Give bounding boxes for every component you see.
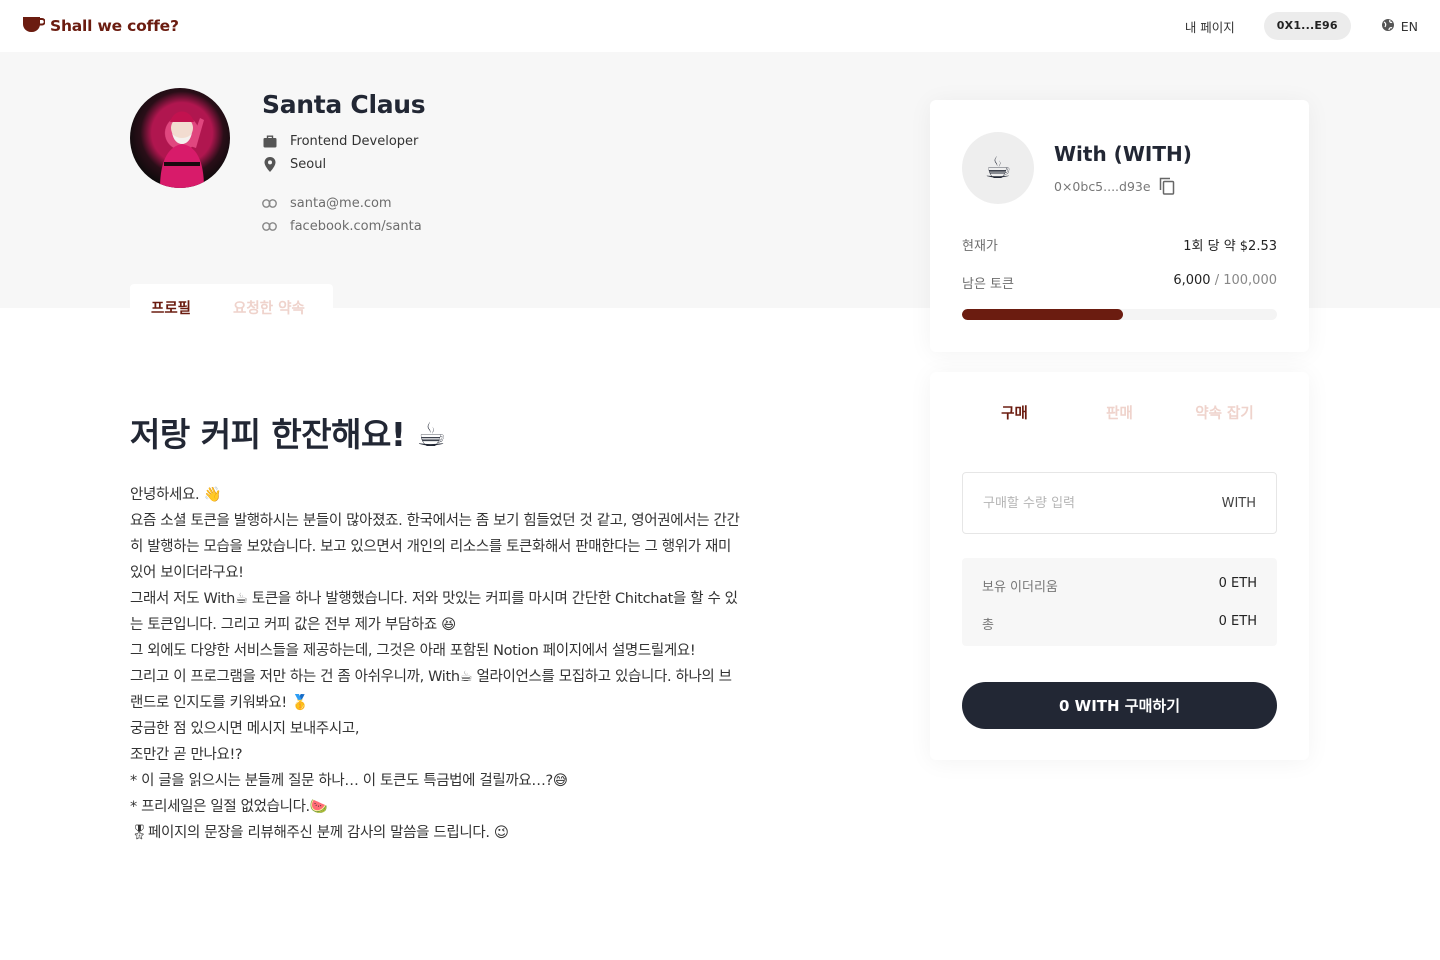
token-coffee-icon: ☕ (962, 132, 1034, 204)
email-text: santa@me.com (290, 196, 392, 211)
bio-line: 히 발행하는 모습을 보았습니다. 보고 있으면서 개인의 리소스를 토큰화해서… (130, 539, 731, 555)
profile-name: Santa Claus (262, 90, 426, 119)
link-icon (262, 196, 277, 211)
wallet-address-button[interactable]: 0X1...E96 (1263, 12, 1351, 40)
tab-buy[interactable]: 구매 (962, 402, 1067, 423)
bio-text: 안녕하세요. 👋 요즘 소셜 토큰을 발행하시는 분들이 많아졌죠. 한국에서는… (130, 482, 820, 846)
quantity-field: WITH (962, 472, 1277, 534)
location-row: Seoul (262, 157, 326, 172)
total-row: 총 0 ETH (982, 614, 1257, 633)
total-value: 0 ETH (1218, 614, 1257, 629)
eth-balance-label: 보유 이더리움 (982, 580, 1058, 595)
bio-line: 랜드로 인지도를 키워봐요! 🥇 (130, 695, 309, 711)
top-header: Shall we coffe? 내 페이지 0X1...E96 EN (0, 0, 1440, 52)
profile-tabs: 프로필 요청한 약속 (130, 284, 333, 330)
bio-line: 🎖페이지의 문장을 리뷰해주신 분께 감사의 말씀을 드립니다. 😉 (130, 825, 509, 841)
logo[interactable]: Shall we coffe? (22, 15, 179, 37)
copy-icon[interactable] (1159, 177, 1175, 195)
purchase-summary: 보유 이더리움 0 ETH 총 0 ETH (962, 558, 1277, 646)
buy-button[interactable]: 0 WITH 구매하기 (962, 682, 1277, 729)
location-pin-icon (262, 157, 277, 172)
token-info-card: ☕ With (WITH) 0×0bc5....d93e 현재가 1회 당 약 … (930, 100, 1309, 352)
trade-card: 구매 판매 약속 잡기 WITH 보유 이더리움 0 ETH 총 0 ETH 0… (930, 372, 1309, 760)
remaining-row: 남은 토큰 6,000 / 100,000 (962, 273, 1277, 292)
total-supply: / 100,000 (1214, 273, 1277, 288)
job-title: Frontend Developer (290, 134, 419, 149)
logo-text: Shall we coffe? (50, 17, 179, 35)
quantity-unit: WITH (1221, 495, 1256, 511)
link-icon (262, 219, 277, 234)
bio-line: 안녕하세요. 👋 (130, 487, 222, 503)
token-name: With (WITH) (1054, 142, 1192, 166)
avatar (130, 88, 230, 188)
page-title: 저랑 커피 한잔해요! ☕ (130, 415, 446, 454)
briefcase-icon (262, 134, 277, 149)
coffee-cup-icon (22, 15, 46, 37)
bio-line: * 프리세일은 일절 없었습니다.🍉 (130, 799, 328, 815)
email-link[interactable]: santa@me.com (262, 196, 392, 211)
bio-line: 그 외에도 다양한 서비스들을 제공하는데, 그것은 아래 포함된 Notion… (130, 643, 696, 659)
quantity-input[interactable] (983, 495, 1222, 511)
job-row: Frontend Developer (262, 134, 418, 149)
token-address: 0×0bc5....d93e (1054, 178, 1151, 194)
location-text: Seoul (290, 157, 327, 172)
bio-line: 그래서 저도 With☕ 토큰을 하나 발행했습니다. 저와 맛있는 커피를 마… (130, 591, 738, 607)
eth-balance-value: 0 ETH (1218, 576, 1257, 591)
token-address-row: 0×0bc5....d93e (1054, 177, 1175, 195)
price-value: 1회 당 약 $2.53 (1183, 239, 1277, 254)
globe-icon (1381, 18, 1395, 35)
tab-sell[interactable]: 판매 (1067, 402, 1172, 423)
bio-line: 궁금한 점 있으시면 메시지 보내주시고, (130, 721, 360, 737)
eth-balance-row: 보유 이더리움 0 ETH (982, 576, 1257, 595)
trade-tabs: 구매 판매 약속 잡기 (962, 402, 1277, 423)
tab-requested-appointments[interactable]: 요청한 약속 (233, 297, 305, 318)
tab-profile[interactable]: 프로필 (151, 297, 191, 318)
bio-line: 조만간 곧 만나요!? (130, 747, 243, 763)
my-page-link[interactable]: 내 페이지 (1185, 17, 1235, 36)
language-label: EN (1400, 18, 1418, 34)
language-switcher[interactable]: EN (1381, 18, 1418, 35)
facebook-text: facebook.com/santa (290, 219, 422, 234)
price-row: 현재가 1회 당 약 $2.53 (962, 235, 1277, 254)
bio-line: 그리고 이 프로그램을 저만 하는 건 좀 아쉬우니까, With☕ 얼라이언스… (130, 669, 732, 685)
remaining-label: 남은 토큰 (962, 277, 1014, 292)
bio-line: 있어 보이더라구요! (130, 565, 244, 581)
bio-line: 는 토큰입니다. 그리고 커피 값은 전부 제가 부담하죠 😆 (130, 617, 456, 633)
remaining-progress-fill (962, 309, 1123, 320)
remaining-value: 6,000 (1173, 273, 1211, 288)
total-label: 총 (982, 618, 994, 633)
remaining-progress-bar (962, 309, 1277, 320)
tab-appointment[interactable]: 약속 잡기 (1172, 402, 1277, 423)
price-label: 현재가 (962, 239, 998, 254)
bio-line: 요즘 소셜 토큰을 발행하시는 분들이 많아졌죠. 한국에서는 좀 보기 힘들었… (130, 513, 740, 529)
facebook-link[interactable]: facebook.com/santa (262, 219, 422, 234)
bio-line: * 이 글을 읽으시는 분들께 질문 하나… 이 토큰도 특금법에 걸릴까요…?… (130, 773, 568, 789)
